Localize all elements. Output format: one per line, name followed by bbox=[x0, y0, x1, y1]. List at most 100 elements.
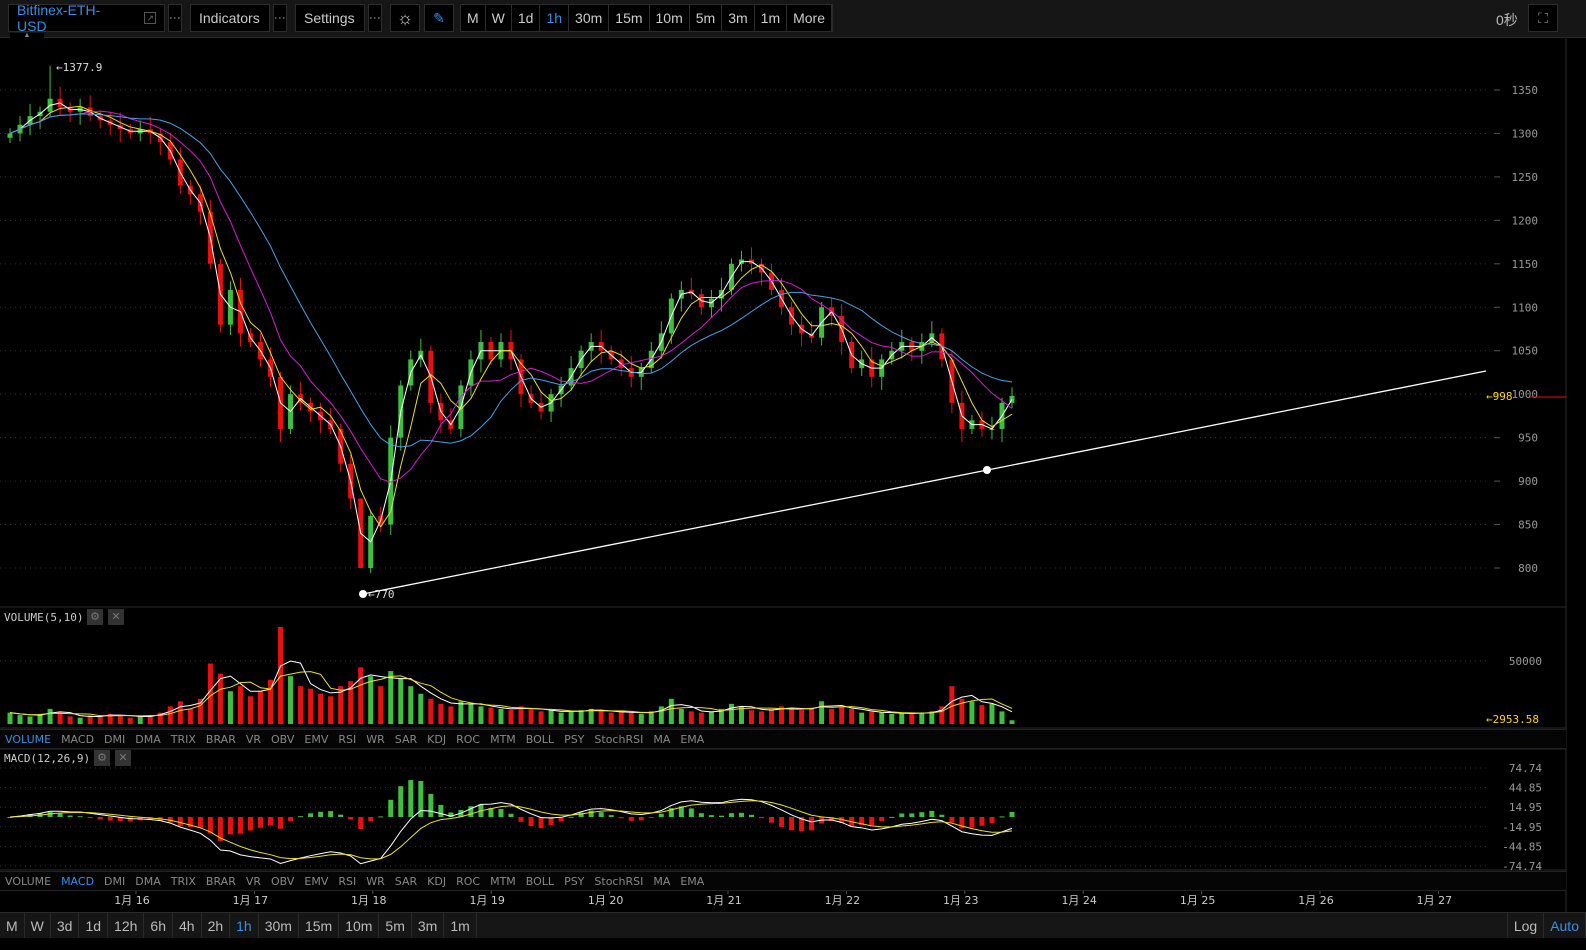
volume-settings-icon[interactable]: ⚙ bbox=[87, 609, 103, 625]
volume-close-icon[interactable]: ✕ bbox=[108, 609, 124, 625]
bottom-period-1m[interactable]: 1m bbox=[444, 913, 477, 938]
indicator-tab-dma[interactable]: DMA bbox=[130, 872, 166, 890]
indicator-tab-vr[interactable]: VR bbox=[241, 872, 266, 890]
indicator-tab-volume[interactable]: VOLUME bbox=[0, 872, 56, 890]
price-tick-label: 1250 bbox=[1512, 171, 1539, 184]
volume-bar bbox=[177, 701, 183, 724]
indicator-tabs-macd: VOLUME MACD DMI DMA TRIX BRAR VR OBV EMV RSI WR SAR… bbox=[0, 871, 1566, 891]
volume-bar bbox=[258, 691, 263, 724]
macd-histogram-bar bbox=[107, 817, 113, 821]
indicator-tab-ma[interactable]: MA bbox=[648, 730, 675, 748]
bottom-period-1h[interactable]: 1h bbox=[230, 913, 259, 938]
macd-tick-label: -44.85 bbox=[1502, 840, 1542, 853]
volume-bar bbox=[288, 676, 294, 724]
indicator-tab-boll[interactable]: BOLL bbox=[521, 872, 559, 890]
indicator-tab-obv[interactable]: OBV bbox=[266, 730, 299, 748]
macd-histogram-bar bbox=[789, 817, 795, 831]
indicator-tab-ma[interactable]: MA bbox=[648, 872, 675, 890]
indicator-tab-mtm[interactable]: MTM bbox=[485, 730, 521, 748]
bottom-period-M[interactable]: M bbox=[0, 913, 25, 938]
auto-toggle[interactable]: Auto bbox=[1544, 913, 1586, 938]
indicator-tab-vr[interactable]: VR bbox=[241, 730, 266, 748]
macd-histogram-bar bbox=[268, 817, 274, 826]
indicator-tab-emv[interactable]: EMV bbox=[299, 730, 333, 748]
ma20-line bbox=[9, 110, 1013, 483]
bottom-period-3m[interactable]: 3m bbox=[412, 913, 445, 938]
time-axis-label: 1月 23 bbox=[943, 894, 979, 907]
volume-bar bbox=[408, 686, 414, 724]
indicator-tab-brar[interactable]: BRAR bbox=[201, 872, 241, 890]
indicator-tab-macd[interactable]: MACD bbox=[56, 872, 99, 890]
indicator-tab-macd[interactable]: MACD bbox=[56, 730, 99, 748]
macd-histogram-bar bbox=[809, 817, 815, 831]
indicator-tab-obv[interactable]: OBV bbox=[266, 872, 299, 890]
indicator-tab-psy[interactable]: PSY bbox=[559, 730, 589, 748]
indicator-tab-boll[interactable]: BOLL bbox=[521, 730, 559, 748]
volume-bar bbox=[688, 711, 694, 724]
volume-bar bbox=[237, 686, 243, 724]
indicator-tab-rsi[interactable]: RSI bbox=[333, 872, 361, 890]
indicator-tab-sar[interactable]: SAR bbox=[390, 730, 422, 748]
bottom-period-6h[interactable]: 6h bbox=[144, 913, 173, 938]
indicator-tab-kdj[interactable]: KDJ bbox=[422, 872, 451, 890]
indicator-tab-emv[interactable]: EMV bbox=[299, 872, 333, 890]
chart-canvas[interactable]: 1350 1300 1250 1200 1150 1100 1050 1000 950 900 85… bbox=[0, 0, 1586, 950]
indicator-tab-dmi[interactable]: DMI bbox=[99, 872, 130, 890]
volume-bar bbox=[899, 712, 905, 724]
macd-histogram-bar bbox=[648, 817, 654, 818]
indicator-tab-volume[interactable]: VOLUME bbox=[0, 730, 56, 748]
indicator-tab-wr[interactable]: WR bbox=[361, 730, 390, 748]
macd-settings-icon[interactable]: ⚙ bbox=[94, 750, 110, 766]
indicator-tab-sar[interactable]: SAR bbox=[390, 872, 422, 890]
indicator-tab-mtm[interactable]: MTM bbox=[485, 872, 521, 890]
indicator-tab-ema[interactable]: EMA bbox=[675, 730, 709, 748]
bottom-period-1d[interactable]: 1d bbox=[79, 913, 109, 938]
volume-bar bbox=[458, 701, 464, 724]
volume-bar bbox=[378, 686, 384, 724]
bottom-period-10m[interactable]: 10m bbox=[339, 913, 380, 938]
indicator-tab-psy[interactable]: PSY bbox=[559, 872, 589, 890]
indicator-tab-ema[interactable]: EMA bbox=[675, 872, 709, 890]
volume-bar bbox=[558, 712, 564, 724]
log-toggle[interactable]: Log bbox=[1506, 913, 1545, 938]
bottom-period-2h[interactable]: 2h bbox=[202, 913, 231, 938]
indicator-tab-trix[interactable]: TRIX bbox=[166, 730, 201, 748]
macd-histogram-bar bbox=[949, 817, 955, 823]
indicator-tab-wr[interactable]: WR bbox=[361, 872, 390, 890]
bottom-period-30m[interactable]: 30m bbox=[259, 913, 299, 938]
volume-bar bbox=[247, 696, 253, 724]
indicator-tab-kdj[interactable]: KDJ bbox=[422, 730, 451, 748]
bottom-period-W[interactable]: W bbox=[25, 913, 51, 938]
indicator-tab-rsi[interactable]: RSI bbox=[333, 730, 361, 748]
indicator-tab-roc[interactable]: ROC bbox=[451, 730, 485, 748]
macd-histogram-bar bbox=[638, 817, 644, 821]
indicator-tab-stochrsi[interactable]: StochRSI bbox=[589, 730, 648, 748]
volume-bar bbox=[448, 706, 454, 724]
volume-bar bbox=[859, 712, 865, 724]
bottom-period-5m[interactable]: 5m bbox=[379, 913, 412, 938]
macd-close-icon[interactable]: ✕ bbox=[115, 750, 131, 766]
indicator-tab-dma[interactable]: DMA bbox=[130, 730, 166, 748]
macd-histogram-bar bbox=[618, 817, 624, 819]
macd-histogram-bar bbox=[438, 804, 444, 817]
macd-histogram-bar bbox=[298, 816, 304, 818]
volume-bar bbox=[498, 708, 504, 724]
indicator-tab-brar[interactable]: BRAR bbox=[201, 730, 241, 748]
macd-histogram-bar bbox=[769, 817, 775, 823]
bottom-period-4h[interactable]: 4h bbox=[173, 913, 202, 938]
indicator-tab-stochrsi[interactable]: StochRSI bbox=[589, 872, 648, 890]
volume-bar bbox=[328, 696, 334, 724]
macd-histogram-bar bbox=[308, 813, 314, 817]
macd-histogram-bar bbox=[688, 808, 694, 817]
indicator-tab-roc[interactable]: ROC bbox=[451, 872, 485, 890]
volume-bar bbox=[759, 711, 764, 724]
bottom-period-3d[interactable]: 3d bbox=[51, 913, 80, 938]
indicator-tab-trix[interactable]: TRIX bbox=[166, 872, 201, 890]
macd-histogram-bar bbox=[759, 817, 764, 819]
macd-histogram-bar bbox=[398, 786, 404, 817]
bottom-period-12h[interactable]: 12h bbox=[108, 913, 145, 938]
bottom-period-15m[interactable]: 15m bbox=[299, 913, 340, 938]
indicator-tab-dmi[interactable]: DMI bbox=[99, 730, 130, 748]
volume-current-label: ←2953.58 bbox=[1486, 713, 1539, 726]
ma5-line bbox=[9, 102, 1013, 543]
